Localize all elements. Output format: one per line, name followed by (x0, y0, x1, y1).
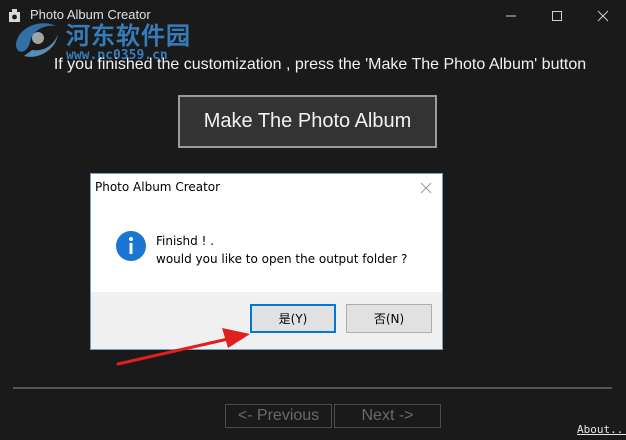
instruction-text: If you finished the customization , pres… (53, 56, 587, 73)
previous-button[interactable]: <- Previous (225, 404, 332, 428)
divider (13, 387, 612, 389)
dialog-message: Finishd ! . would you like to open the o… (156, 232, 407, 268)
minimize-icon (506, 15, 516, 16)
dialog-title: Photo Album Creator (95, 180, 221, 194)
message-dialog: Photo Album Creator Finishd ! . would yo… (90, 173, 443, 350)
close-icon (420, 182, 432, 194)
dialog-close-button[interactable] (416, 178, 436, 198)
no-button[interactable]: 否(N) (346, 304, 432, 333)
about-link[interactable]: About... (577, 423, 626, 436)
watermark-site-name: 河东软件园 (66, 22, 191, 50)
maximize-button[interactable] (534, 0, 580, 31)
close-icon (597, 10, 609, 21)
dialog-message-line1: Finishd ! . (156, 234, 215, 248)
dialog-button-bar: 是(Y) 否(N) (91, 292, 442, 349)
next-button[interactable]: Next -> (334, 404, 441, 428)
app-window: Photo Album Creator 河东软件园 www.pc0359.cn (0, 0, 626, 440)
yes-button[interactable]: 是(Y) (250, 304, 336, 333)
close-button[interactable] (580, 0, 626, 31)
make-photo-album-button[interactable]: Make The Photo Album (178, 95, 437, 148)
maximize-icon (552, 10, 562, 21)
info-icon (116, 231, 146, 261)
dialog-message-line2: would you like to open the output folder… (156, 252, 408, 266)
minimize-button[interactable] (488, 0, 534, 31)
